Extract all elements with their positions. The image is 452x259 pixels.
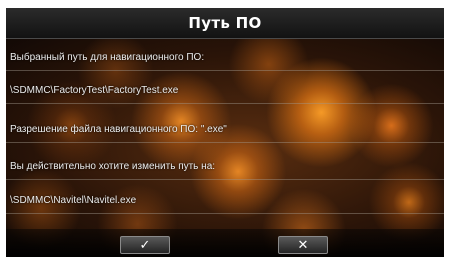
confirm-question: Вы действительно хотите изменить путь на… — [10, 161, 216, 172]
title-bar: Путь ПО — [6, 8, 444, 39]
new-path-value: \SDMMC\Navitel\Navitel.exe — [10, 195, 137, 206]
close-icon: ✕ — [297, 237, 309, 253]
confirm-question-row: Вы действительно хотите изменить путь на… — [6, 142, 444, 180]
dialog-title: Путь ПО — [188, 14, 262, 32]
confirm-button[interactable]: ✓ — [120, 236, 170, 254]
path-dialog-screen: Путь ПО Выбранный путь для навигационног… — [6, 8, 444, 257]
file-extension-row: Разрешение файла навигационного ПО: ".ex… — [6, 103, 444, 143]
checkmark-icon: ✓ — [139, 237, 151, 253]
file-extension-label: Разрешение файла навигационного ПО: ".ex… — [10, 124, 227, 135]
selected-path-row: \SDMMC\FactoryTest\FactoryTest.exe — [6, 70, 444, 104]
button-bar — [6, 229, 444, 257]
selected-path-label: Выбранный путь для навигационного ПО: — [10, 52, 205, 63]
selected-path-value: \SDMMC\FactoryTest\FactoryTest.exe — [10, 85, 179, 96]
selected-path-label-row: Выбранный путь для навигационного ПО: — [6, 38, 444, 71]
new-path-row: \SDMMC\Navitel\Navitel.exe — [6, 179, 444, 214]
cancel-button[interactable]: ✕ — [278, 236, 328, 254]
